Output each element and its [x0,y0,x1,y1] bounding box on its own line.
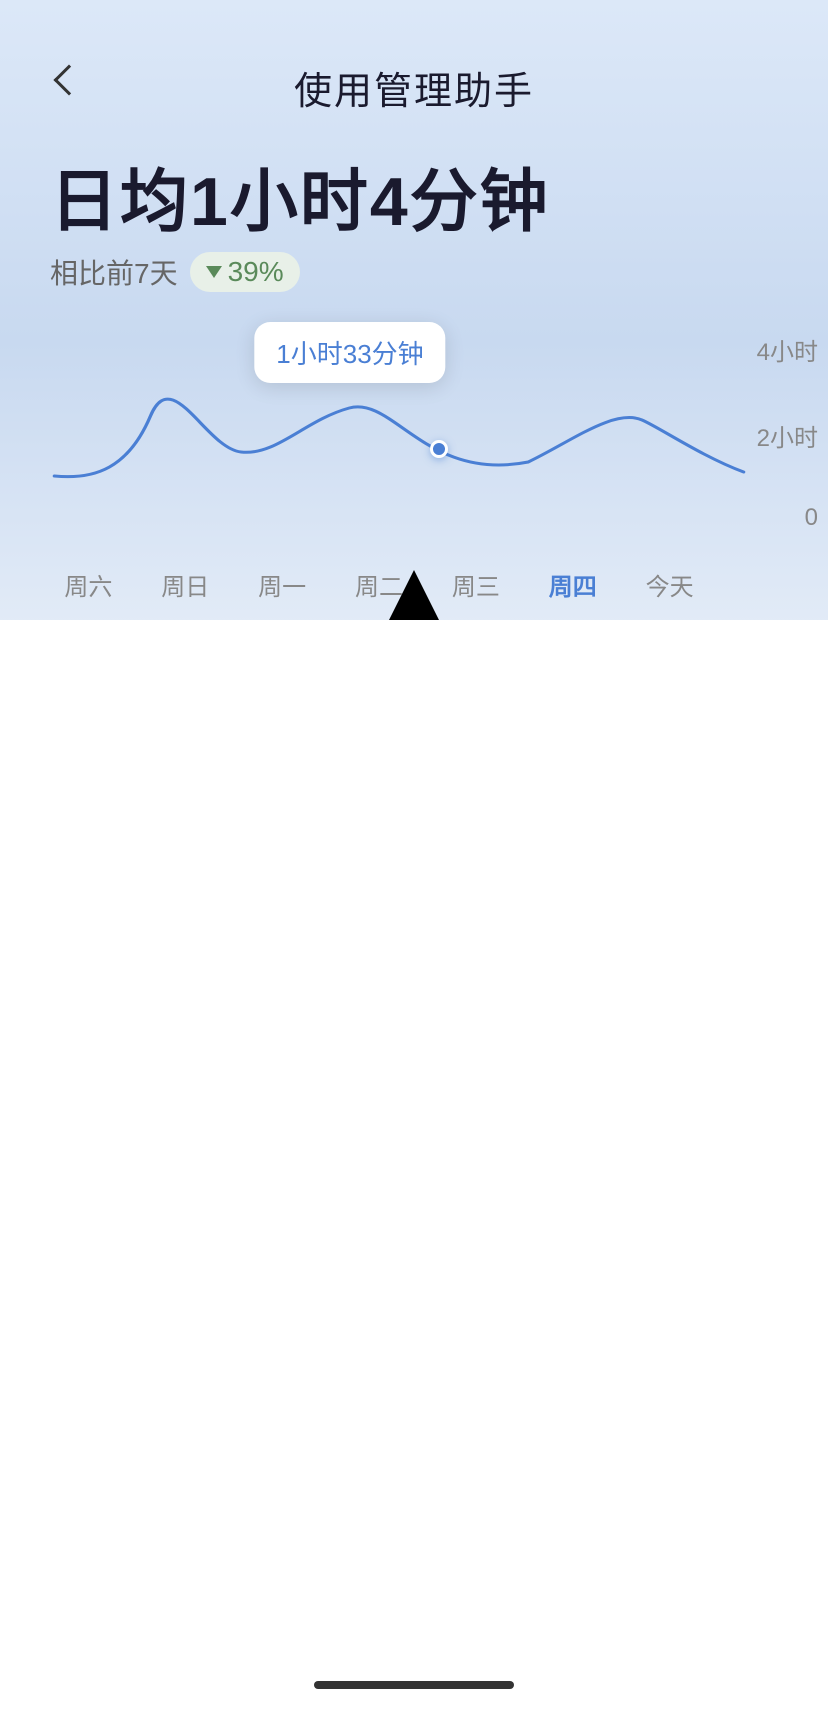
x-label-sat: 周六 [40,567,137,602]
comparison-prefix: 相比前7天 [50,252,178,292]
comparison-percentage: 39% [228,256,284,288]
header: 使用管理助手 [0,0,828,135]
decrease-arrow-icon [206,266,222,278]
content-area [0,620,828,1709]
y-label-4h: 4小时 [757,332,818,367]
y-label-2h: 2小时 [757,418,818,453]
page: 使用管理助手 日均1小时4分钟 相比前7天 39% 1小时 [0,0,828,1709]
comparison-row: 相比前7天 39% [50,252,778,292]
daily-average-label: 日均1小时4分钟 [50,165,778,240]
page-title: 使用管理助手 [294,60,534,115]
comparison-badge: 39% [190,252,300,292]
chart-selected-dot [430,440,448,458]
x-label-thu: 周四 [524,567,621,602]
home-indicator [314,1681,514,1689]
tooltip-text: 1小时33分钟 [276,339,423,369]
x-label-sun: 周日 [137,567,234,602]
back-button[interactable] [40,55,90,105]
x-label-mon: 周一 [234,567,331,602]
chart-tooltip: 1小时33分钟 [254,322,445,383]
y-axis: 4小时 2小时 0 [757,332,818,532]
stats-area: 日均1小时4分钟 相比前7天 39% [0,135,828,302]
back-arrow-icon [53,64,84,95]
y-label-0: 0 [805,504,818,532]
x-label-today: 今天 [621,567,718,602]
